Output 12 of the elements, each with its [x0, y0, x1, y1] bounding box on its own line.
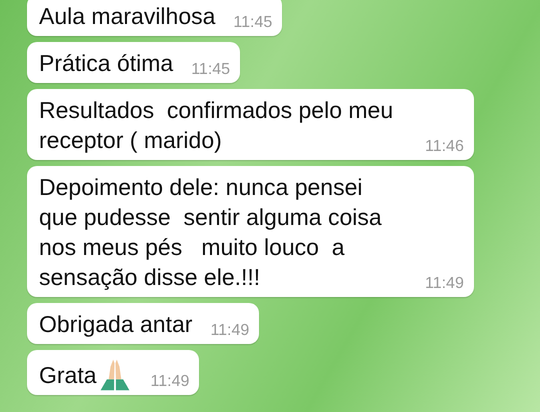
message-time: 11:45: [233, 13, 272, 33]
message-time: 11:45: [191, 60, 230, 80]
message-text: Depoimento dele: nunca pensei que pudesse sentir alguma coisa nos meus pés muito louco a sensação disse ele.!!!: [39, 173, 383, 292]
message-time: 11:49: [425, 274, 464, 294]
message-time: 11:46: [425, 137, 464, 157]
message-time: 11:49: [210, 321, 250, 341]
message-text: Aula maravilhosa: [39, 2, 216, 31]
message-text: Prática ótima: [39, 49, 174, 78]
message-time: 11:49: [150, 372, 190, 392]
message-text: Grata: [39, 361, 97, 390]
message-text: Obrigada antar: [39, 310, 192, 339]
message-text: Resultados confirmados pelo meu receptor ( marido): [39, 96, 394, 155]
